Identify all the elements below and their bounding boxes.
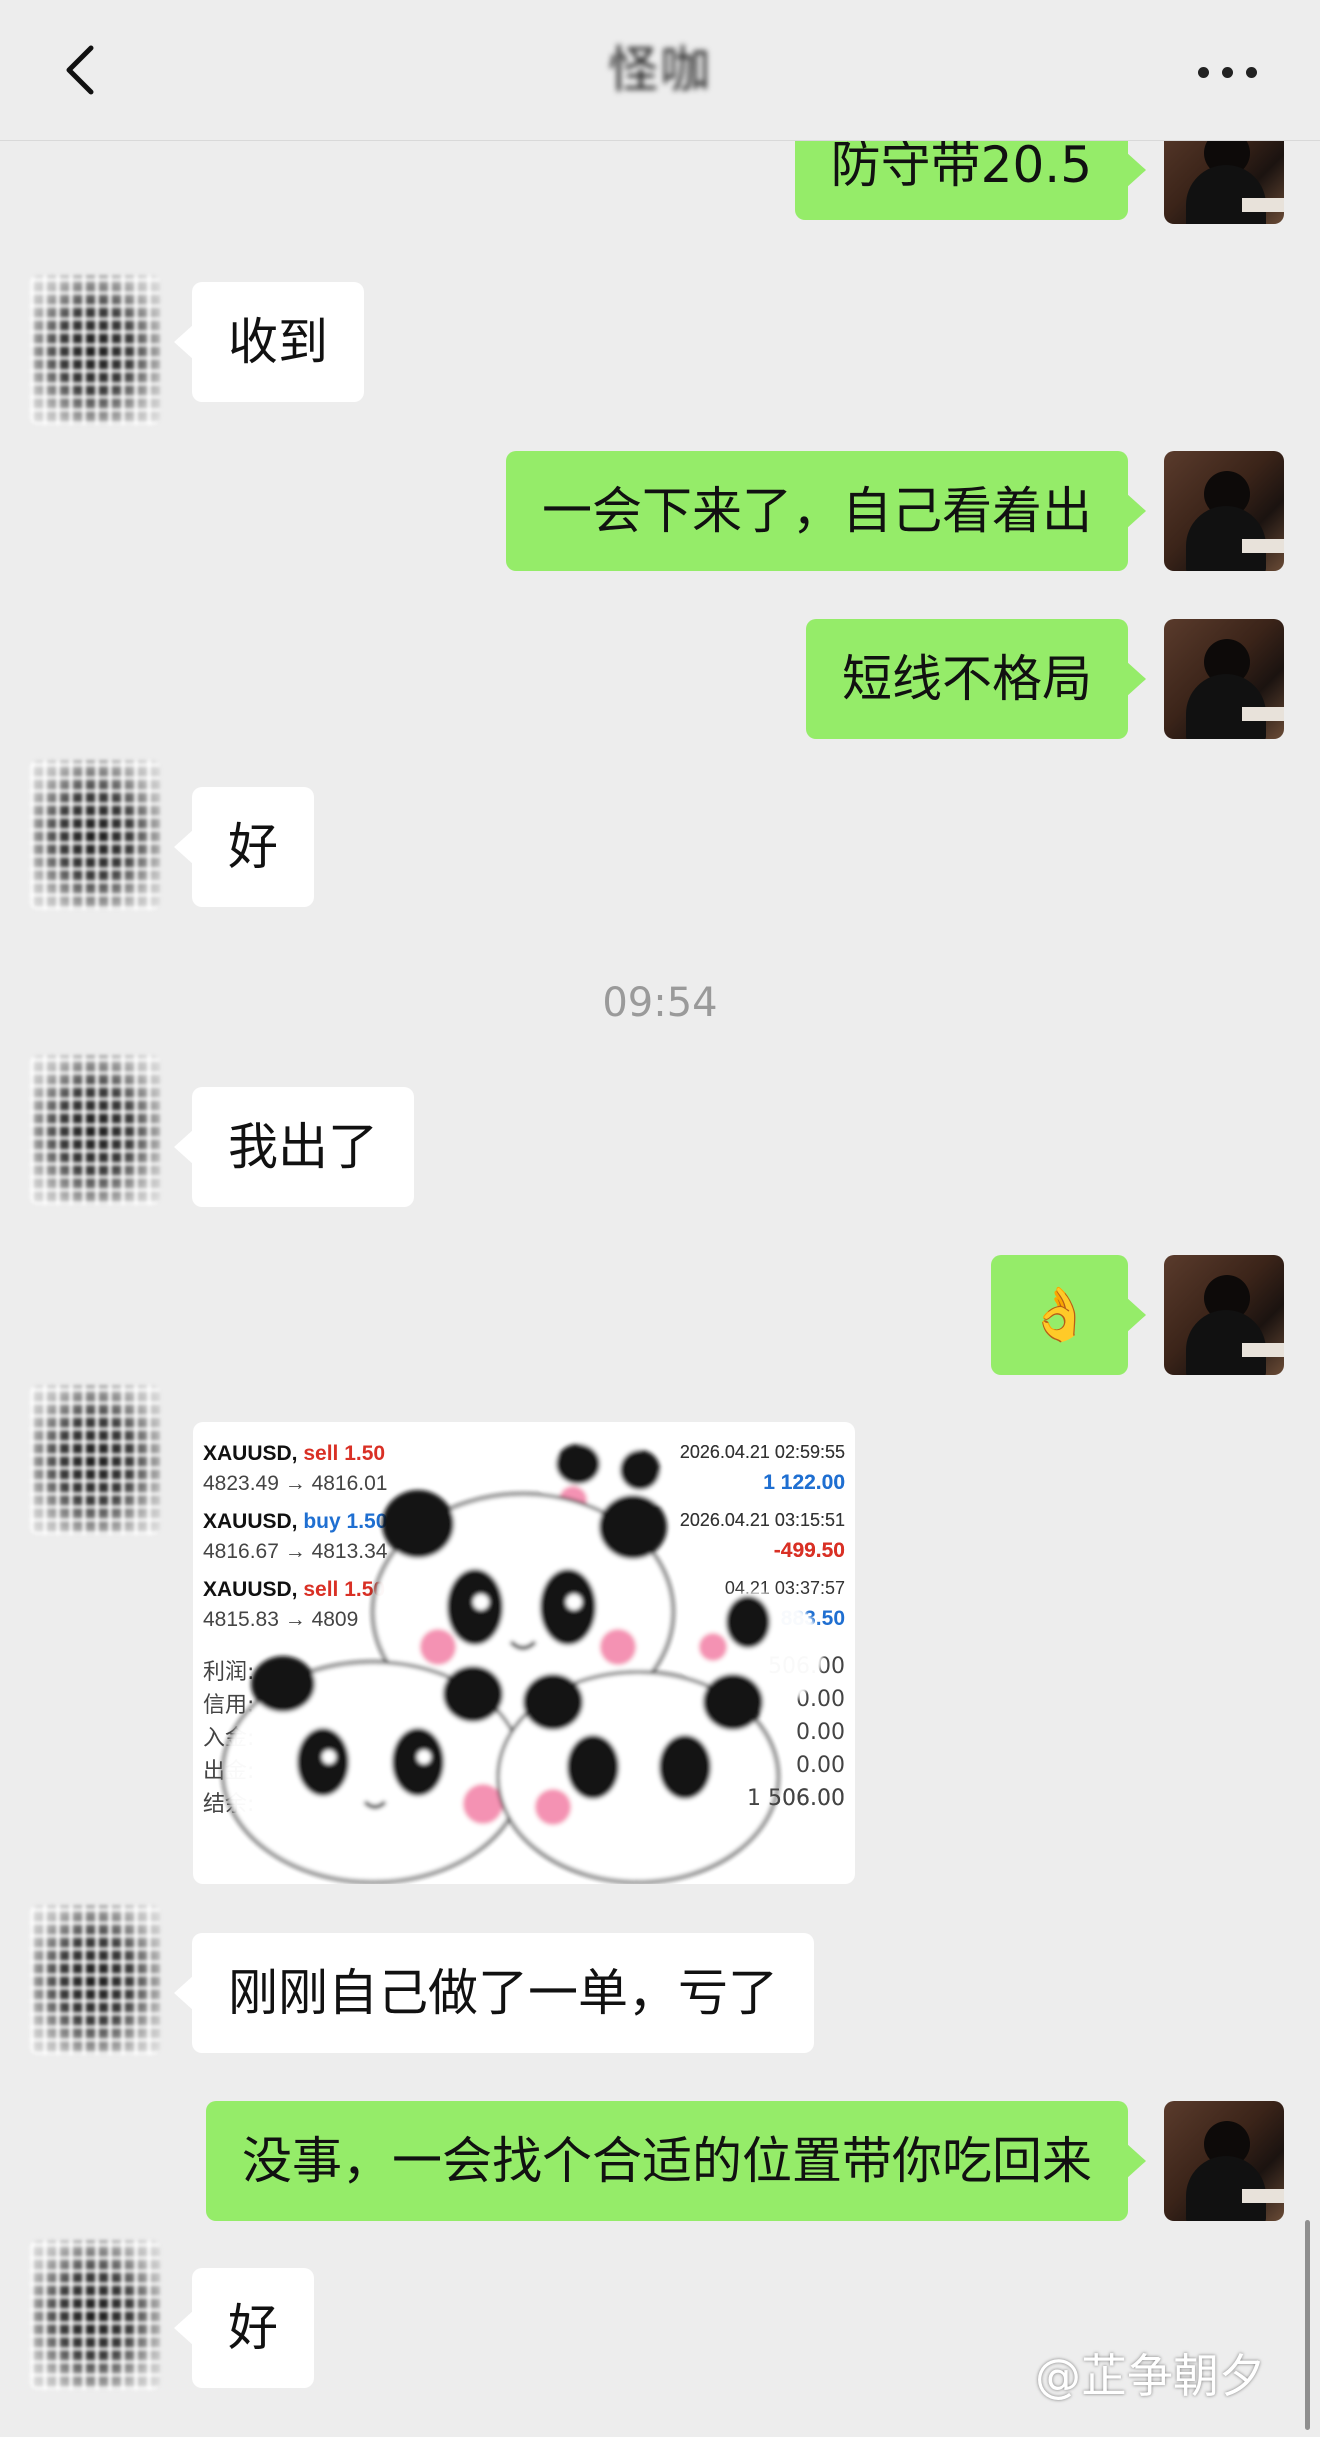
- message-bubble[interactable]: 👌: [991, 1255, 1146, 1375]
- chat-title: 怪咖: [608, 41, 712, 99]
- my-avatar[interactable]: [1164, 451, 1284, 571]
- summary-value-overlay: 1 506.00: [747, 1786, 845, 1811]
- contact-avatar[interactable]: [30, 1385, 160, 1535]
- message-bubble[interactable]: 没事，一会找个合适的位置带你吃回来: [206, 2101, 1146, 2221]
- my-avatar[interactable]: [1164, 619, 1284, 739]
- contact-avatar[interactable]: [30, 760, 160, 910]
- my-avatar[interactable]: [1164, 2101, 1284, 2221]
- contact-avatar[interactable]: [30, 1905, 160, 2055]
- message-bubble[interactable]: 一会下来了，自己看着出: [506, 451, 1146, 571]
- image-message[interactable]: XAUUSD, sell 1.50 4823.49 → 4816.01 2026…: [193, 1422, 855, 1884]
- message-timestamp: 09:54: [602, 980, 718, 1026]
- trade-date-overlay: 2026.04.21 02:59:55 1 122.00: [679, 1442, 845, 1494]
- message-bubble[interactable]: 我出了: [174, 1087, 414, 1207]
- contact-avatar[interactable]: [30, 2240, 160, 2390]
- scrollbar[interactable]: [1305, 2220, 1310, 2430]
- more-options-icon[interactable]: [1198, 55, 1268, 85]
- chat-header: 怪咖: [0, 0, 1320, 141]
- contact-avatar[interactable]: [30, 275, 160, 425]
- contact-avatar[interactable]: [30, 1055, 160, 1205]
- back-arrow-icon[interactable]: [55, 40, 105, 100]
- my-avatar[interactable]: [1164, 1255, 1284, 1375]
- message-bubble[interactable]: 好: [174, 787, 314, 907]
- message-bubble[interactable]: 刚刚自己做了一单，亏了: [174, 1933, 814, 2053]
- watermark-text: @芷争朝夕: [1035, 2349, 1265, 2403]
- message-bubble[interactable]: 短线不格局: [806, 619, 1146, 739]
- message-bubble[interactable]: 收到: [174, 282, 364, 402]
- trade-date-overlay: 2026.04.21 03:15:51 -499.50: [679, 1510, 845, 1562]
- message-bubble[interactable]: 好: [174, 2268, 314, 2388]
